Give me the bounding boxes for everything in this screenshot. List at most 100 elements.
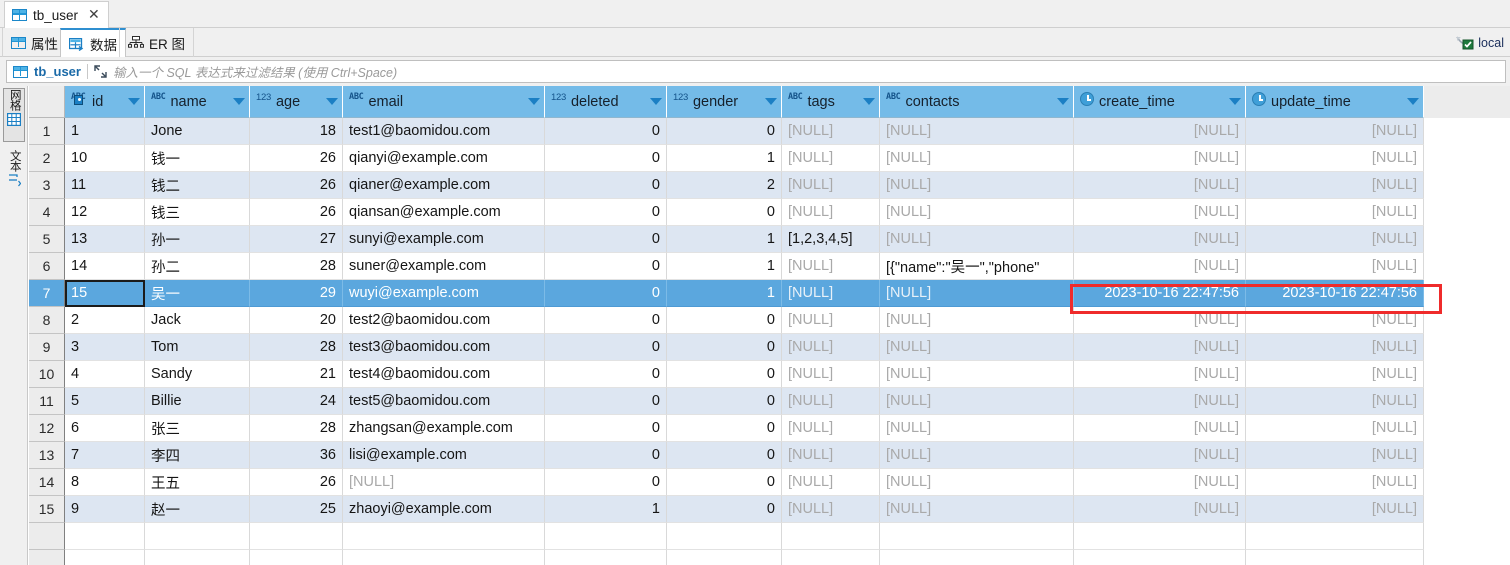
cell-tags[interactable]: [NULL] [782, 469, 880, 496]
cell-id[interactable]: 10 [65, 145, 145, 172]
table-row[interactable]: 1 1 Jone 18 test1@baomidou.com 0 0 [NULL] [NULL]… [29, 118, 1510, 145]
cell-gender[interactable]: 0 [667, 334, 782, 361]
cell-age[interactable]: 24 [250, 388, 343, 415]
cell-tags[interactable]: [NULL] [782, 361, 880, 388]
cell-empty[interactable] [343, 523, 545, 550]
cell-gender[interactable]: 2 [667, 172, 782, 199]
data-grid[interactable]: ABCidABCname123ageABCemail123deleted123g… [29, 86, 1510, 565]
table-row-empty[interactable] [29, 550, 1510, 565]
cell-gender[interactable]: 1 [667, 145, 782, 172]
cell-contacts[interactable]: [NULL] [880, 145, 1074, 172]
row-number[interactable]: 8 [29, 307, 65, 334]
cell-age[interactable]: 36 [250, 442, 343, 469]
cell-email[interactable]: test1@baomidou.com [343, 118, 545, 145]
cell-id[interactable]: 13 [65, 226, 145, 253]
cell-empty[interactable] [145, 523, 250, 550]
chevron-down-icon[interactable] [765, 98, 777, 105]
cell-deleted[interactable]: 0 [545, 280, 667, 307]
chevron-down-icon[interactable] [326, 98, 338, 105]
row-number[interactable]: 3 [29, 172, 65, 199]
cell-empty[interactable] [65, 550, 145, 565]
editor-tab-tb-user[interactable]: tb_user ✕ [4, 1, 109, 28]
table-row[interactable]: 2 10 钱一 26 qianyi@example.com 0 1 [NULL] [NULL][… [29, 145, 1510, 172]
cell-create_time[interactable]: [NULL] [1074, 172, 1246, 199]
cell-gender[interactable]: 1 [667, 280, 782, 307]
cell-email[interactable]: test4@baomidou.com [343, 361, 545, 388]
grid-body[interactable]: 1 1 Jone 18 test1@baomidou.com 0 0 [NULL] [NULL]… [29, 118, 1510, 565]
table-row[interactable]: 15 9 赵一 25 zhaoyi@example.com 1 0 [NULL] [NULL][… [29, 496, 1510, 523]
column-header-name[interactable]: ABC name [145, 86, 250, 118]
cell-empty[interactable] [1074, 550, 1246, 565]
cell-create_time[interactable]: [NULL] [1074, 307, 1246, 334]
cell-email[interactable]: sunyi@example.com [343, 226, 545, 253]
row-number[interactable]: 11 [29, 388, 65, 415]
cell-email[interactable]: test3@baomidou.com [343, 334, 545, 361]
cell-name[interactable]: Tom [145, 334, 250, 361]
cell-contacts[interactable]: [NULL] [880, 307, 1074, 334]
row-number[interactable]: 7 [29, 280, 65, 307]
cell-empty[interactable] [782, 523, 880, 550]
cell-contacts[interactable]: [NULL] [880, 199, 1074, 226]
column-header-deleted[interactable]: 123 deleted [545, 86, 667, 118]
table-row[interactable]: 8 2 Jack 20 test2@baomidou.com 0 0 [NULL] [NULL]… [29, 307, 1510, 334]
column-header-gender[interactable]: 123 gender [667, 86, 782, 118]
cell-empty[interactable] [250, 523, 343, 550]
cell-tags[interactable]: [NULL] [782, 442, 880, 469]
row-number[interactable]: 14 [29, 469, 65, 496]
cell-tags[interactable]: [NULL] [782, 415, 880, 442]
cell-id[interactable]: 1 [65, 118, 145, 145]
chevron-down-icon[interactable] [1229, 98, 1241, 105]
cell-gender[interactable]: 0 [667, 442, 782, 469]
cell-gender[interactable]: 0 [667, 388, 782, 415]
cell-age[interactable]: 21 [250, 361, 343, 388]
cell-name[interactable]: 吴一 [145, 280, 250, 307]
cell-tags[interactable]: [NULL] [782, 388, 880, 415]
cell-tags[interactable]: [NULL] [782, 199, 880, 226]
cell-id[interactable]: 3 [65, 334, 145, 361]
table-row[interactable]: 5 13 孙一 27 sunyi@example.com 0 1 [1,2,3,4,5] [NU… [29, 226, 1510, 253]
cell-create_time[interactable]: [NULL] [1074, 145, 1246, 172]
cell-gender[interactable]: 1 [667, 253, 782, 280]
cell-empty[interactable] [545, 550, 667, 565]
cell-tags[interactable]: [NULL] [782, 253, 880, 280]
cell-deleted[interactable]: 0 [545, 172, 667, 199]
cell-deleted[interactable]: 1 [545, 496, 667, 523]
cell-deleted[interactable]: 0 [545, 469, 667, 496]
cell-age[interactable]: 29 [250, 280, 343, 307]
cell-age[interactable]: 28 [250, 253, 343, 280]
cell-empty[interactable] [250, 550, 343, 565]
cell-gender[interactable]: 0 [667, 307, 782, 334]
cell-create_time[interactable]: [NULL] [1074, 199, 1246, 226]
cell-email[interactable]: lisi@example.com [343, 442, 545, 469]
cell-email[interactable]: [NULL] [343, 469, 545, 496]
cell-gender[interactable]: 0 [667, 469, 782, 496]
cell-contacts[interactable]: [NULL] [880, 415, 1074, 442]
chevron-down-icon[interactable] [1407, 98, 1419, 105]
cell-id[interactable]: 15 [65, 280, 145, 307]
row-number[interactable]: 1 [29, 118, 65, 145]
tab-er-diagram[interactable]: ER 图 [119, 28, 195, 57]
cell-id[interactable]: 4 [65, 361, 145, 388]
chevron-down-icon[interactable] [650, 98, 662, 105]
cell-name[interactable]: Sandy [145, 361, 250, 388]
cell-contacts[interactable]: [NULL] [880, 361, 1074, 388]
grid-corner-cell[interactable] [29, 86, 65, 118]
cell-empty[interactable] [545, 523, 667, 550]
table-row[interactable]: 14 8 王五 26 [NULL] 0 0 [NULL] [NULL] [NULL] [NULL] [29, 469, 1510, 496]
cell-update_time[interactable]: [NULL] [1246, 226, 1424, 253]
cell-create_time[interactable]: [NULL] [1074, 469, 1246, 496]
cell-age[interactable]: 20 [250, 307, 343, 334]
cell-update_time[interactable]: [NULL] [1246, 496, 1424, 523]
cell-deleted[interactable]: 0 [545, 145, 667, 172]
table-row[interactable]: 12 6 张三 28 zhangsan@example.com 0 0 [NULL] [NULL… [29, 415, 1510, 442]
chevron-down-icon[interactable] [128, 98, 140, 105]
cell-empty[interactable] [343, 550, 545, 565]
cell-create_time[interactable]: [NULL] [1074, 334, 1246, 361]
chevron-down-icon[interactable] [1057, 98, 1069, 105]
cell-create_time[interactable]: [NULL] [1074, 496, 1246, 523]
column-header-email[interactable]: ABC email [343, 86, 545, 118]
connection-indicator[interactable]: local [1456, 33, 1504, 53]
cell-update_time[interactable]: [NULL] [1246, 415, 1424, 442]
cell-email[interactable]: qiansan@example.com [343, 199, 545, 226]
cell-gender[interactable]: 1 [667, 226, 782, 253]
